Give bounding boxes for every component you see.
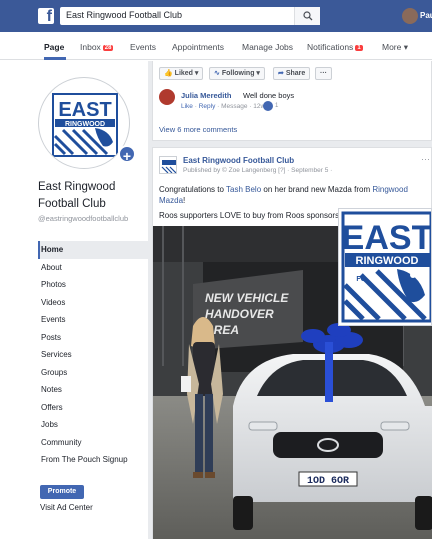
visit-ad-center-link[interactable]: Visit Ad Center [40, 503, 93, 512]
post-author-avatar[interactable] [159, 156, 177, 174]
sidebar-item-about[interactable]: About [38, 259, 148, 277]
tab-manage-jobs[interactable]: Manage Jobs [242, 42, 293, 52]
overlay-logo-ringwood: RINGWOOD [356, 255, 419, 267]
search-value: East Ringwood Football Club [66, 10, 183, 20]
search-input[interactable]: East Ringwood Football Club [60, 7, 320, 25]
post-text-middle: on her brand new Mazda from [261, 185, 373, 194]
search-button[interactable] [294, 7, 320, 25]
post-text-line2: Roos supporters LOVE to buy from Roos sp… [159, 211, 342, 220]
share-icon: ➦ [278, 70, 284, 77]
liked-button[interactable]: 👍 Liked ▾ [159, 67, 204, 80]
post-text-before: Congratulations to [159, 185, 227, 194]
promote-button[interactable]: Promote [40, 485, 84, 499]
page-handle[interactable]: @eastringwoodfootballclub [38, 214, 146, 224]
tab-notifications-label: Notifications [307, 42, 354, 52]
facebook-icon[interactable]: f [38, 8, 54, 25]
post-options-icon[interactable]: ··· [421, 154, 430, 164]
post-text: Congratulations to Tash Belo on her bran… [159, 184, 429, 206]
sidebar-item-services[interactable]: Services [38, 346, 148, 364]
licence-plate: 1OD 6OR [307, 476, 349, 487]
club-logo-small [161, 158, 176, 173]
like-reaction-icon [263, 101, 273, 111]
sidebar-item-pouch-signup[interactable]: From The Pouch Signup [38, 451, 148, 469]
logo-text-ringwood: RINGWOOD [65, 121, 105, 128]
tab-appointments[interactable]: Appointments [172, 42, 224, 52]
sidebar-item-home[interactable]: Home [38, 241, 148, 259]
post-meta: Published by © Zoe Langenberg [?] · Sept… [183, 167, 333, 174]
tab-events[interactable]: Events [130, 42, 156, 52]
share-button[interactable]: ➦ Share [273, 67, 311, 80]
club-logo: EAST RINGWOOD [52, 93, 118, 157]
tab-inbox[interactable]: Inbox 28 [80, 42, 114, 52]
inbox-badge: 28 [102, 45, 114, 51]
overlay-logo-east: EAST [342, 219, 431, 257]
sidebar-menu: Home About Photos Videos Events Posts Se… [38, 241, 148, 469]
comment-reply-link[interactable]: Reply [199, 103, 216, 110]
tab-notifications[interactable]: Notifications 1 [307, 42, 363, 52]
comment-like-link[interactable]: Like [181, 103, 193, 110]
user-avatar[interactable] [402, 8, 418, 24]
comment-text: Well done boys [243, 91, 295, 100]
club-logo-overlay: EAST RINGWOOD FC [338, 208, 432, 326]
sidebar-item-events[interactable]: Events [38, 311, 148, 329]
notifications-badge: 1 [355, 45, 363, 51]
sidebar-item-posts[interactable]: Posts [38, 329, 148, 347]
share-label: Share [285, 70, 306, 77]
photo-sign-line2: HANDOVER [205, 307, 274, 321]
top-bar: f East Ringwood Football Club Paul [0, 0, 432, 32]
club-logo-large: EAST RINGWOOD FC [341, 211, 432, 323]
user-name[interactable]: Paul [420, 11, 432, 20]
sidebar-item-notes[interactable]: Notes [38, 381, 148, 399]
add-photo-button[interactable]: + [118, 145, 136, 164]
sidebar-item-community[interactable]: Community [38, 434, 148, 452]
like-count: 1 [275, 103, 279, 109]
rss-icon: ∿ [214, 70, 220, 77]
post-author[interactable]: East Ringwood Football Club [183, 156, 294, 165]
logo-text-east: EAST [58, 99, 111, 121]
page-title[interactable]: East Ringwood Football Club [38, 179, 146, 213]
sidebar-item-offers[interactable]: Offers [38, 399, 148, 417]
sidebar-item-photos[interactable]: Photos [38, 276, 148, 294]
comment-message-link[interactable]: Message [221, 103, 247, 110]
following-label: Following ▾ [221, 70, 260, 77]
left-sidebar: EAST RINGWOOD + East Ringwood Football C… [0, 61, 148, 539]
view-more-comments-link[interactable]: View 6 more comments [159, 125, 237, 134]
tagged-person-link[interactable]: Tash Belo [226, 185, 261, 194]
tab-more[interactable]: More ▾ [382, 42, 408, 53]
sidebar-item-groups[interactable]: Groups [38, 364, 148, 382]
previous-post-footer: 👍 Liked ▾ ∿ Following ▾ ➦ Share ··· Juli… [152, 61, 432, 141]
sidebar-item-jobs[interactable]: Jobs [38, 416, 148, 434]
page-nav: Page Inbox 28 Events Appointments Manage … [0, 32, 432, 60]
commenter-avatar[interactable] [159, 89, 175, 105]
post-card: East Ringwood Football Club Published by… [152, 147, 432, 539]
photo-sign-line1: NEW VEHICLE [205, 291, 289, 305]
active-tab-indicator [44, 57, 66, 60]
tab-inbox-label: Inbox [80, 42, 101, 52]
following-button[interactable]: ∿ Following ▾ [209, 67, 265, 80]
liked-label: Liked ▾ [174, 70, 199, 77]
search-icon [303, 11, 313, 21]
sidebar-item-videos[interactable]: Videos [38, 294, 148, 312]
more-options-button[interactable]: ··· [315, 67, 332, 80]
comment-meta: Like · Reply · Message · 12w [181, 103, 266, 110]
post-text-after: ! [183, 196, 186, 205]
comment-author[interactable]: Julia Meredith [181, 91, 231, 100]
profile-picture[interactable]: EAST RINGWOOD [38, 77, 130, 169]
tab-page[interactable]: Page [44, 42, 64, 52]
thumbs-up-icon: 👍 [164, 70, 173, 77]
